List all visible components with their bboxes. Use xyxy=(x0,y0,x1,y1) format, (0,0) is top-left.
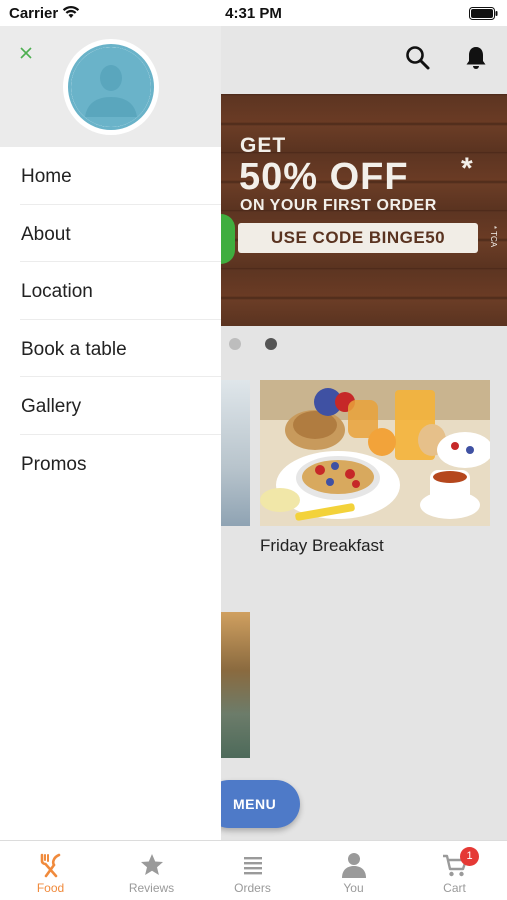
avatar[interactable] xyxy=(63,39,159,135)
drawer-menu: Home About Location Book a table Gallery… xyxy=(0,147,221,492)
person-icon xyxy=(342,853,366,878)
tab-food[interactable]: Food xyxy=(0,841,101,900)
bell-icon[interactable] xyxy=(462,44,490,72)
promo-subtitle: ON YOUR FIRST ORDER xyxy=(240,197,437,214)
tab-you[interactable]: You xyxy=(303,841,404,900)
drawer-item-label: Book a table xyxy=(21,338,127,360)
side-drawer: Home About Location Book a table Gallery… xyxy=(0,26,221,840)
tab-cart[interactable]: 1 Cart xyxy=(404,841,505,900)
tab-label: Food xyxy=(36,881,65,895)
close-icon[interactable] xyxy=(17,44,35,62)
promo-banner[interactable]: GET 50% OFF * ON YOUR FIRST ORDER USE CO… xyxy=(221,94,507,326)
food-card-title[interactable]: Friday Breakfast xyxy=(260,536,384,556)
status-time: 4:31 PM xyxy=(225,5,282,22)
drawer-item-home[interactable]: Home xyxy=(20,147,221,205)
tab-label: Orders xyxy=(234,881,271,895)
carousel-dot[interactable] xyxy=(229,338,241,350)
promo-code-box: USE CODE BINGE50 xyxy=(238,223,478,253)
drawer-item-gallery[interactable]: Gallery xyxy=(20,377,221,435)
drawer-item-book-a-table[interactable]: Book a table xyxy=(20,320,221,377)
drawer-item-label: Promos xyxy=(21,453,87,475)
person-icon xyxy=(71,47,151,127)
breakfast-photo xyxy=(260,380,490,526)
leaf-decoration xyxy=(221,214,235,264)
tab-label: You xyxy=(343,881,364,895)
promo-asterisk: * xyxy=(461,152,473,185)
search-icon[interactable] xyxy=(404,44,432,72)
drawer-item-location[interactable]: Location xyxy=(20,262,221,320)
bottom-tab-bar: Food Reviews Orders You 1 Cart xyxy=(0,840,507,900)
drawer-item-about[interactable]: About xyxy=(20,205,221,262)
cart-count-badge: 1 xyxy=(460,847,479,866)
food-card-image[interactable] xyxy=(221,612,250,758)
menu-button-label: MENU xyxy=(233,796,277,812)
carousel-dot-active[interactable] xyxy=(265,338,277,350)
promo-discount: 50% OFF xyxy=(239,156,409,198)
drawer-item-label: Home xyxy=(21,166,72,187)
tab-label: Cart xyxy=(443,881,466,895)
promo-terms: * TCA xyxy=(489,225,499,248)
list-icon xyxy=(244,857,262,875)
battery-icon xyxy=(469,7,498,20)
star-icon xyxy=(141,854,163,875)
drawer-item-label: Location xyxy=(21,281,93,302)
promo-line-get: GET xyxy=(240,134,287,157)
drawer-item-promos[interactable]: Promos xyxy=(20,435,221,493)
tab-orders[interactable]: Orders xyxy=(202,841,303,900)
food-card-image[interactable] xyxy=(260,380,490,526)
drawer-item-label: About xyxy=(21,223,71,245)
fork-knife-icon xyxy=(40,853,61,878)
food-card-image[interactable] xyxy=(221,380,250,526)
drawer-header xyxy=(0,26,221,147)
tab-label: Reviews xyxy=(128,881,175,895)
drawer-item-label: Gallery xyxy=(21,396,82,417)
status-bar: Carrier 4:31 PM xyxy=(0,0,507,26)
avatar-frame xyxy=(68,44,154,130)
tab-reviews[interactable]: Reviews xyxy=(101,841,202,900)
